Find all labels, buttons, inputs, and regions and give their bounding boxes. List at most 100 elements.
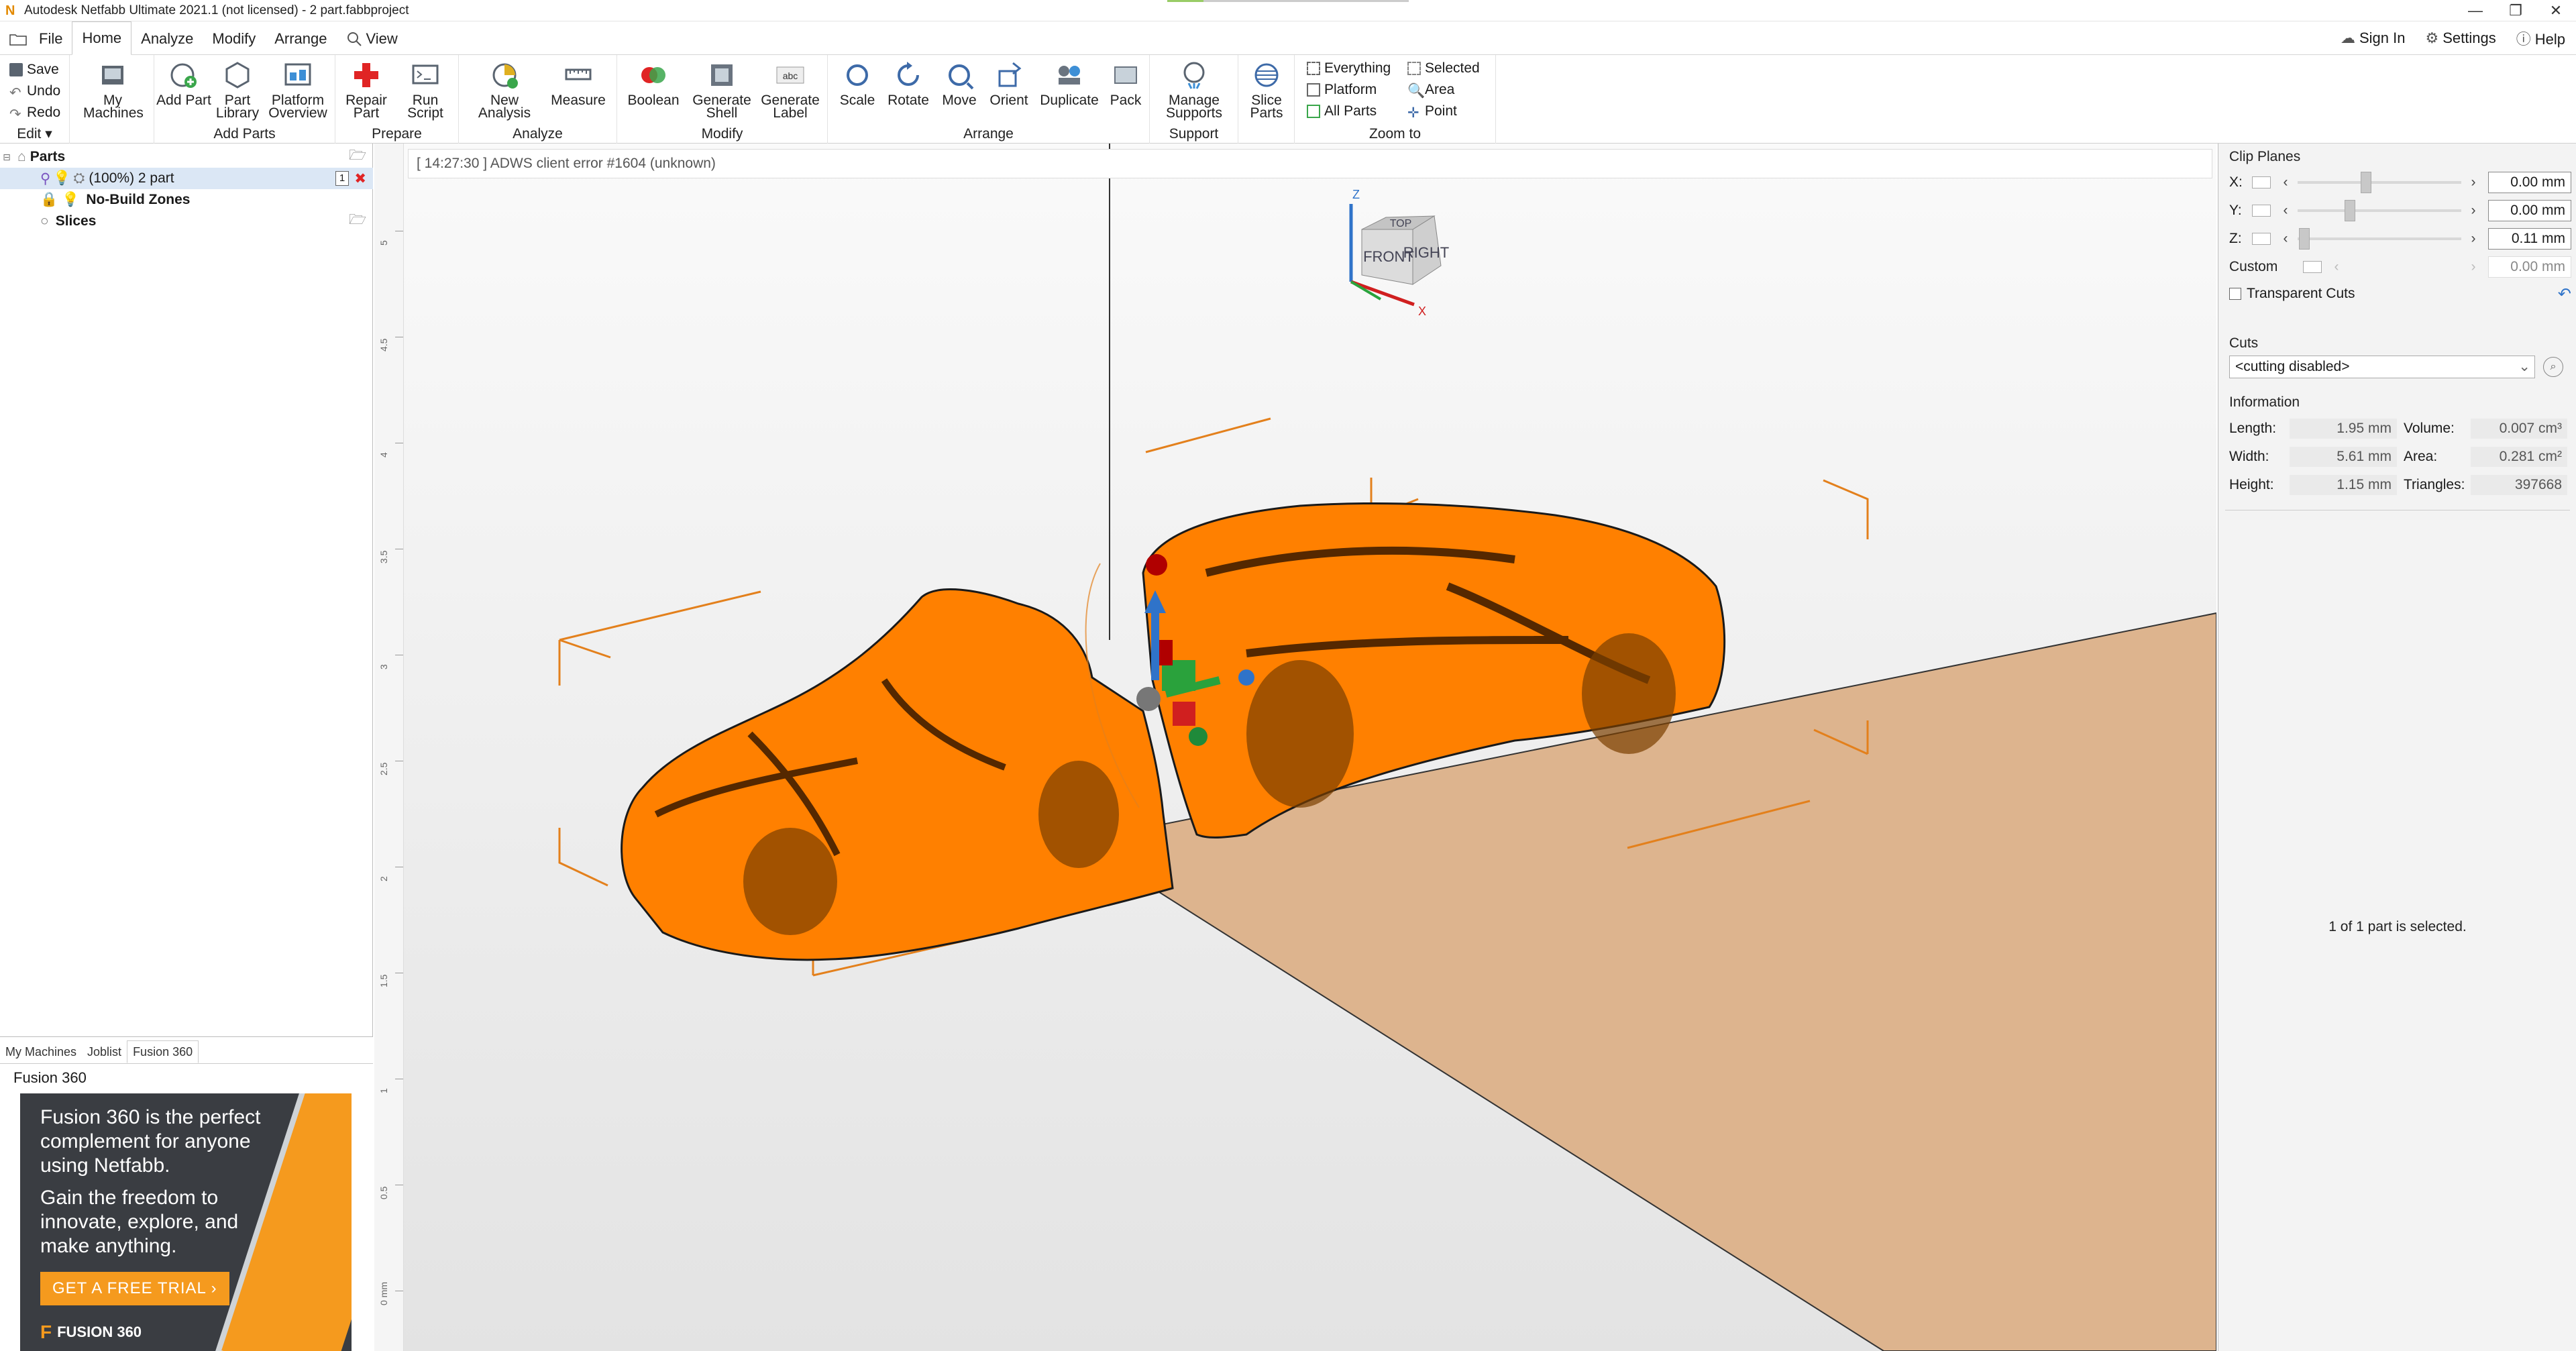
- new-analysis-button[interactable]: New Analysis: [475, 59, 534, 120]
- orient-button[interactable]: Orient: [979, 59, 1038, 107]
- tab-joblist[interactable]: Joblist: [82, 1040, 127, 1063]
- rotate-button[interactable]: Rotate: [879, 59, 938, 107]
- tree-part-item[interactable]: ⚲ 💡 ⛭ (100%) 2 part 1 ✖: [0, 168, 373, 189]
- part-visible-icon[interactable]: 💡: [53, 170, 70, 186]
- menu-analyze[interactable]: Analyze: [131, 23, 203, 54]
- manage-supports-button[interactable]: Manage Supports: [1155, 59, 1233, 120]
- tree-slices[interactable]: ○ Slices 🗁: [0, 211, 373, 232]
- collapse-icon[interactable]: ⊟: [0, 152, 13, 163]
- restore-icon[interactable]: ❐: [2496, 0, 2536, 21]
- open-folder-icon[interactable]: 🗁: [349, 146, 366, 169]
- clip-z-thumb[interactable]: [2298, 228, 2310, 250]
- platform-overview-button[interactable]: Platform Overview: [268, 59, 327, 120]
- minimize-icon[interactable]: —: [2455, 0, 2496, 21]
- center-handle[interactable]: [1136, 687, 1161, 711]
- zoom-everything-button[interactable]: Everything: [1307, 58, 1391, 79]
- zoom-point-button[interactable]: ✛ Point: [1407, 101, 1457, 122]
- zoom-all-parts-button[interactable]: All Parts: [1307, 101, 1377, 122]
- clip-x-left-arrow[interactable]: ‹: [2279, 174, 2292, 191]
- menu-home[interactable]: Home: [72, 21, 132, 55]
- clip-custom-label: Custom: [2229, 259, 2278, 274]
- undo-button[interactable]: ↶ Undo: [9, 80, 60, 102]
- help-icon: ⓘ: [2516, 31, 2531, 48]
- clip-y-right-arrow[interactable]: ›: [2467, 203, 2480, 219]
- clip-z-value[interactable]: 0.11 mm: [2488, 228, 2571, 250]
- clip-x-right-arrow[interactable]: ›: [2467, 174, 2480, 191]
- zoom-selected-button[interactable]: Selected: [1407, 58, 1480, 79]
- menu-arrange[interactable]: Arrange: [265, 23, 336, 54]
- folder-icon[interactable]: [0, 23, 30, 54]
- repair-part-button[interactable]: Repair Part: [337, 59, 396, 120]
- zoom-area-button[interactable]: 🔍 Area: [1407, 79, 1454, 101]
- menu-file[interactable]: File: [30, 23, 72, 54]
- tab-fusion-360[interactable]: Fusion 360: [127, 1040, 199, 1063]
- duplicate-button[interactable]: Duplicate: [1036, 59, 1103, 107]
- rotate-handle-blue[interactable]: [1238, 669, 1254, 686]
- clip-x-row: X: ‹ › 0.00 mm: [2229, 170, 2571, 195]
- clip-z-checkbox[interactable]: [2252, 233, 2271, 245]
- redo-button[interactable]: ↷ Redo: [9, 102, 60, 123]
- sign-in-button[interactable]: ☁ Sign In: [2341, 30, 2406, 47]
- rotate-handle-green[interactable]: [1189, 727, 1208, 746]
- add-part-button[interactable]: Add Part: [154, 59, 213, 107]
- help-label: Help: [2534, 31, 2565, 48]
- x-arrow[interactable]: [1173, 702, 1195, 726]
- clip-y-slider[interactable]: [2298, 200, 2461, 221]
- measure-button[interactable]: Measure: [549, 59, 608, 107]
- generate-label-button[interactable]: abc Generate Label: [761, 59, 820, 120]
- clip-custom-checkbox[interactable]: [2303, 261, 2322, 273]
- transparent-cuts-checkbox[interactable]: [2229, 288, 2241, 300]
- save-icon: [9, 63, 23, 76]
- clip-y-value[interactable]: 0.00 mm: [2488, 200, 2571, 221]
- boolean-button[interactable]: Boolean: [624, 59, 683, 107]
- ruler-tick-label: 0 mm: [378, 1282, 389, 1305]
- clip-x-checkbox[interactable]: [2252, 176, 2271, 188]
- clip-x-thumb[interactable]: [2361, 172, 2372, 193]
- clip-y-checkbox[interactable]: [2252, 205, 2271, 217]
- scene[interactable]: FRONT RIGHT TOP Z X: [374, 144, 2216, 1351]
- free-trial-button[interactable]: GET A FREE TRIAL ›: [40, 1272, 229, 1305]
- part-remove-icon[interactable]: ✖: [354, 170, 366, 187]
- part-library-button[interactable]: Part Library: [208, 59, 267, 120]
- clip-y-left-arrow[interactable]: ‹: [2279, 203, 2292, 219]
- scale-button[interactable]: Scale: [828, 59, 887, 107]
- pack-button[interactable]: Pack: [1096, 59, 1155, 107]
- transparent-cuts-row[interactable]: Transparent Cuts ↶: [2229, 282, 2571, 306]
- cuts-search-icon[interactable]: ⌕: [2543, 357, 2563, 377]
- chevron-down-icon: ⌄: [2518, 359, 2530, 374]
- tree-parts[interactable]: ⊟ ⌂ Parts 🗁: [0, 146, 373, 168]
- modify-group-label: Modify: [701, 126, 743, 142]
- run-script-button[interactable]: Run Script: [396, 59, 455, 120]
- bulb-icon[interactable]: 💡: [62, 192, 79, 208]
- shell-icon: [711, 64, 733, 86]
- duplicate-icon: [1059, 66, 1080, 85]
- slice-parts-button[interactable]: Slice Parts: [1237, 59, 1296, 120]
- menu-view[interactable]: View: [337, 23, 407, 54]
- ruler-tick-label: 3.5: [378, 550, 389, 563]
- generate-shell-button[interactable]: Generate Shell: [692, 59, 751, 120]
- help-button[interactable]: ⓘ Help: [2516, 28, 2565, 49]
- fusion-ad-banner[interactable]: Fusion 360 is the perfect complement for…: [20, 1093, 352, 1351]
- slices-label: Slices: [55, 213, 97, 229]
- clip-z-left-arrow[interactable]: ‹: [2279, 231, 2292, 247]
- tree-no-build-zones[interactable]: 🔒 💡 No-Build Zones: [0, 189, 373, 211]
- settings-button[interactable]: ⚙ Settings: [2426, 30, 2496, 47]
- rotate-handle-red[interactable]: [1146, 554, 1167, 576]
- clip-x-value[interactable]: 0.00 mm: [2488, 172, 2571, 193]
- my-machines-button[interactable]: My Machines: [83, 59, 144, 120]
- clip-z-right-arrow[interactable]: ›: [2467, 231, 2480, 247]
- clip-z-slider[interactable]: [2298, 228, 2461, 250]
- tab-my-machines[interactable]: My Machines: [0, 1040, 82, 1063]
- slices-folder-icon[interactable]: 🗁: [349, 210, 366, 233]
- length-label: Length:: [2229, 421, 2277, 436]
- zoom-platform-button[interactable]: Platform: [1307, 79, 1377, 101]
- cuts-dropdown[interactable]: <cutting disabled> ⌄: [2229, 356, 2535, 378]
- close-icon[interactable]: ✕: [2536, 0, 2576, 21]
- edit-group-label[interactable]: Edit ▾: [0, 125, 69, 142]
- 3d-viewport[interactable]: FRONT RIGHT TOP Z X: [374, 144, 2216, 1351]
- menu-modify[interactable]: Modify: [203, 23, 265, 54]
- save-button[interactable]: Save: [9, 59, 59, 80]
- reset-clip-icon[interactable]: ↶: [2558, 284, 2571, 304]
- clip-y-thumb[interactable]: [2345, 200, 2356, 221]
- clip-x-slider[interactable]: [2298, 172, 2461, 193]
